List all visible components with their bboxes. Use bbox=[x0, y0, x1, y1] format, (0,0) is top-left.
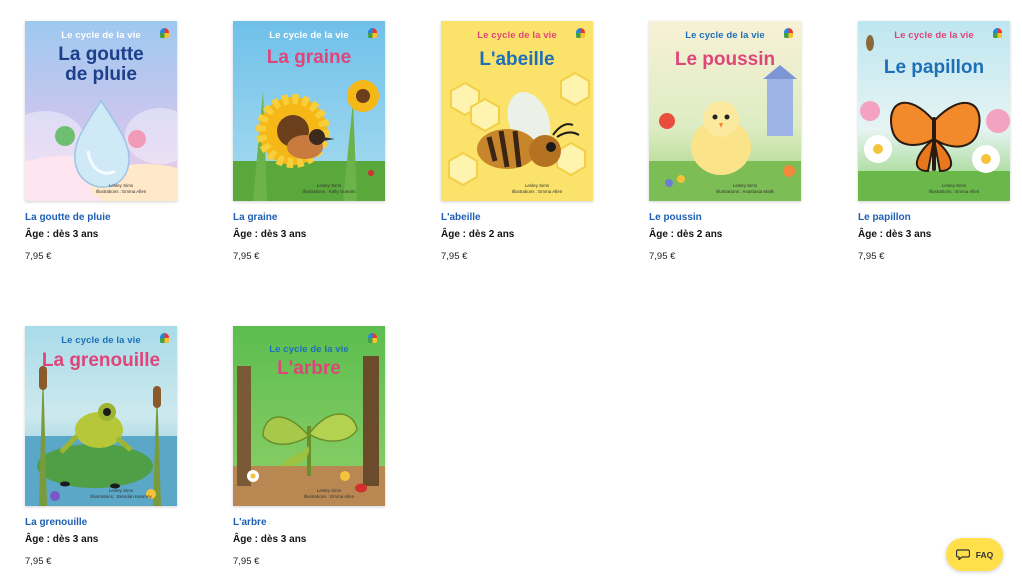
book-price: 7,95 € bbox=[233, 251, 260, 262]
book-cover[interactable]: Le cycle de la vie La grenouille Lesley … bbox=[25, 326, 177, 506]
series-label: Le cycle de la vie bbox=[61, 335, 141, 346]
book-cover[interactable]: Le cycle de la vie Le poussin Lesley Sim… bbox=[649, 21, 801, 201]
credit-illustrator: Illustrations : Brendan Kearney bbox=[90, 494, 152, 499]
series-label: Le cycle de la vie bbox=[894, 30, 974, 41]
book-price: 7,95 € bbox=[25, 251, 52, 262]
cover-title: L'arbre bbox=[239, 359, 379, 379]
cover-credits: Lesley Sims Illustrations : Emma Allen bbox=[283, 488, 375, 500]
cover-title-line: La graine bbox=[266, 47, 352, 68]
series-label: Le cycle de la vie bbox=[269, 30, 349, 41]
book-price: 7,95 € bbox=[233, 556, 260, 567]
book-age: Âge : dès 3 ans bbox=[25, 534, 99, 545]
book-title-link[interactable]: La graine bbox=[233, 212, 385, 223]
cover-art-bee bbox=[448, 71, 590, 187]
faq-label: FAQ bbox=[975, 549, 994, 560]
cover-title: La goutte de pluie bbox=[31, 45, 171, 85]
book-card: Le cycle de la vie Le poussin Lesley Sim… bbox=[649, 21, 801, 262]
cover-title-line: Le poussin bbox=[674, 49, 776, 70]
credit-illustrator: Illustrations : Emma Allen bbox=[928, 189, 980, 194]
cover-credits: Lesley Sims Illustrations : Emma Allen bbox=[908, 183, 1000, 195]
cover-title-line: La goutte bbox=[58, 44, 144, 65]
cover-title-line: L'arbre bbox=[277, 358, 341, 379]
credit-illustrator: Illustrations : Emma Allen bbox=[303, 494, 355, 499]
publisher-logo-icon bbox=[160, 28, 169, 38]
series-label: Le cycle de la vie bbox=[61, 30, 141, 41]
book-cover[interactable]: Le cycle de la vie La graine Lesley Sims… bbox=[233, 21, 385, 201]
book-card: Le cycle de la vie La goutte de pluie Le… bbox=[25, 21, 177, 262]
cover-credits: Lesley Sims Illustrations : Anastasia Ma… bbox=[699, 183, 791, 195]
publisher-logo-icon bbox=[576, 28, 585, 38]
series-label: Le cycle de la vie bbox=[685, 30, 765, 41]
cover-title-line: L'abeille bbox=[479, 49, 555, 70]
credit-illustrator: Illustrations : Emma Allen bbox=[95, 189, 147, 194]
cover-credits: Lesley Sims Illustrations : Emma Allen bbox=[75, 183, 167, 195]
book-cover[interactable]: Le cycle de la vie L'arbre Lesley Sims I… bbox=[233, 326, 385, 506]
book-cover[interactable]: Le cycle de la vie La goutte de pluie Le… bbox=[25, 21, 177, 201]
publisher-logo-icon bbox=[368, 28, 377, 38]
credit-illustrator: Illustrations : Kelly Gunnim bbox=[302, 189, 356, 194]
credit-illustrator: Illustrations : Anastasia Malik bbox=[716, 189, 774, 194]
book-title-link[interactable]: L'abeille bbox=[441, 212, 593, 223]
book-price: 7,95 € bbox=[858, 251, 885, 262]
cover-art-chick bbox=[649, 65, 801, 201]
book-card: Le cycle de la vie L'arbre Lesley Sims I… bbox=[233, 326, 385, 567]
cover-art-butterfly bbox=[858, 35, 1010, 201]
cover-credits: Lesley Sims Illustrations : Brendan Kear… bbox=[75, 488, 167, 500]
cover-credits: Lesley Sims Illustrations : Kelly Gunnim bbox=[283, 183, 375, 195]
book-card: Le cycle de la vie La grenouille Lesley … bbox=[25, 326, 177, 567]
book-title-link[interactable]: La goutte de pluie bbox=[25, 212, 177, 223]
book-title-link[interactable]: Le papillon bbox=[858, 212, 1010, 223]
cover-credits: Lesley Sims Illustrations : Emma Allen bbox=[491, 183, 583, 195]
book-card: Le cycle de la vie L'abeille Lesley Sims… bbox=[441, 21, 593, 262]
book-age: Âge : dès 3 ans bbox=[233, 229, 307, 240]
cover-title: La grenouille bbox=[31, 351, 171, 371]
cover-title: Le poussin bbox=[655, 50, 795, 70]
series-label: Le cycle de la vie bbox=[269, 344, 349, 355]
book-cover[interactable]: Le cycle de la vie Le papillon Lesley Si… bbox=[858, 21, 1010, 201]
book-price: 7,95 € bbox=[25, 556, 52, 567]
faq-button[interactable]: FAQ bbox=[946, 538, 1003, 571]
cover-title: Le papillon bbox=[864, 58, 1004, 78]
chat-bubble-icon bbox=[955, 549, 970, 560]
book-age: Âge : dès 3 ans bbox=[858, 229, 932, 240]
book-age: Âge : dès 3 ans bbox=[233, 534, 307, 545]
book-title-link[interactable]: La grenouille bbox=[25, 517, 177, 528]
book-age: Âge : dès 2 ans bbox=[649, 229, 723, 240]
book-price: 7,95 € bbox=[441, 251, 468, 262]
publisher-logo-icon bbox=[368, 333, 377, 343]
publisher-logo-icon bbox=[993, 28, 1002, 38]
book-title-link[interactable]: Le poussin bbox=[649, 212, 801, 223]
book-cover[interactable]: Le cycle de la vie L'abeille Lesley Sims… bbox=[441, 21, 593, 201]
cover-title-line: Le papillon bbox=[883, 57, 985, 78]
book-card: Le cycle de la vie Le papillon Lesley Si… bbox=[858, 21, 1010, 262]
cover-title: L'abeille bbox=[447, 50, 587, 70]
book-age: Âge : dès 3 ans bbox=[25, 229, 99, 240]
cover-title-line: de pluie bbox=[65, 63, 137, 85]
series-label: Le cycle de la vie bbox=[477, 30, 557, 41]
cover-title-line: La grenouille bbox=[41, 350, 161, 371]
book-age: Âge : dès 2 ans bbox=[441, 229, 515, 240]
publisher-logo-icon bbox=[160, 333, 169, 343]
cover-title: La graine bbox=[239, 48, 379, 68]
credit-illustrator: Illustrations : Emma Allen bbox=[511, 189, 563, 194]
book-card: Le cycle de la vie La graine Lesley Sims… bbox=[233, 21, 385, 262]
publisher-logo-icon bbox=[784, 28, 793, 38]
book-price: 7,95 € bbox=[649, 251, 676, 262]
book-title-link[interactable]: L'arbre bbox=[233, 517, 385, 528]
